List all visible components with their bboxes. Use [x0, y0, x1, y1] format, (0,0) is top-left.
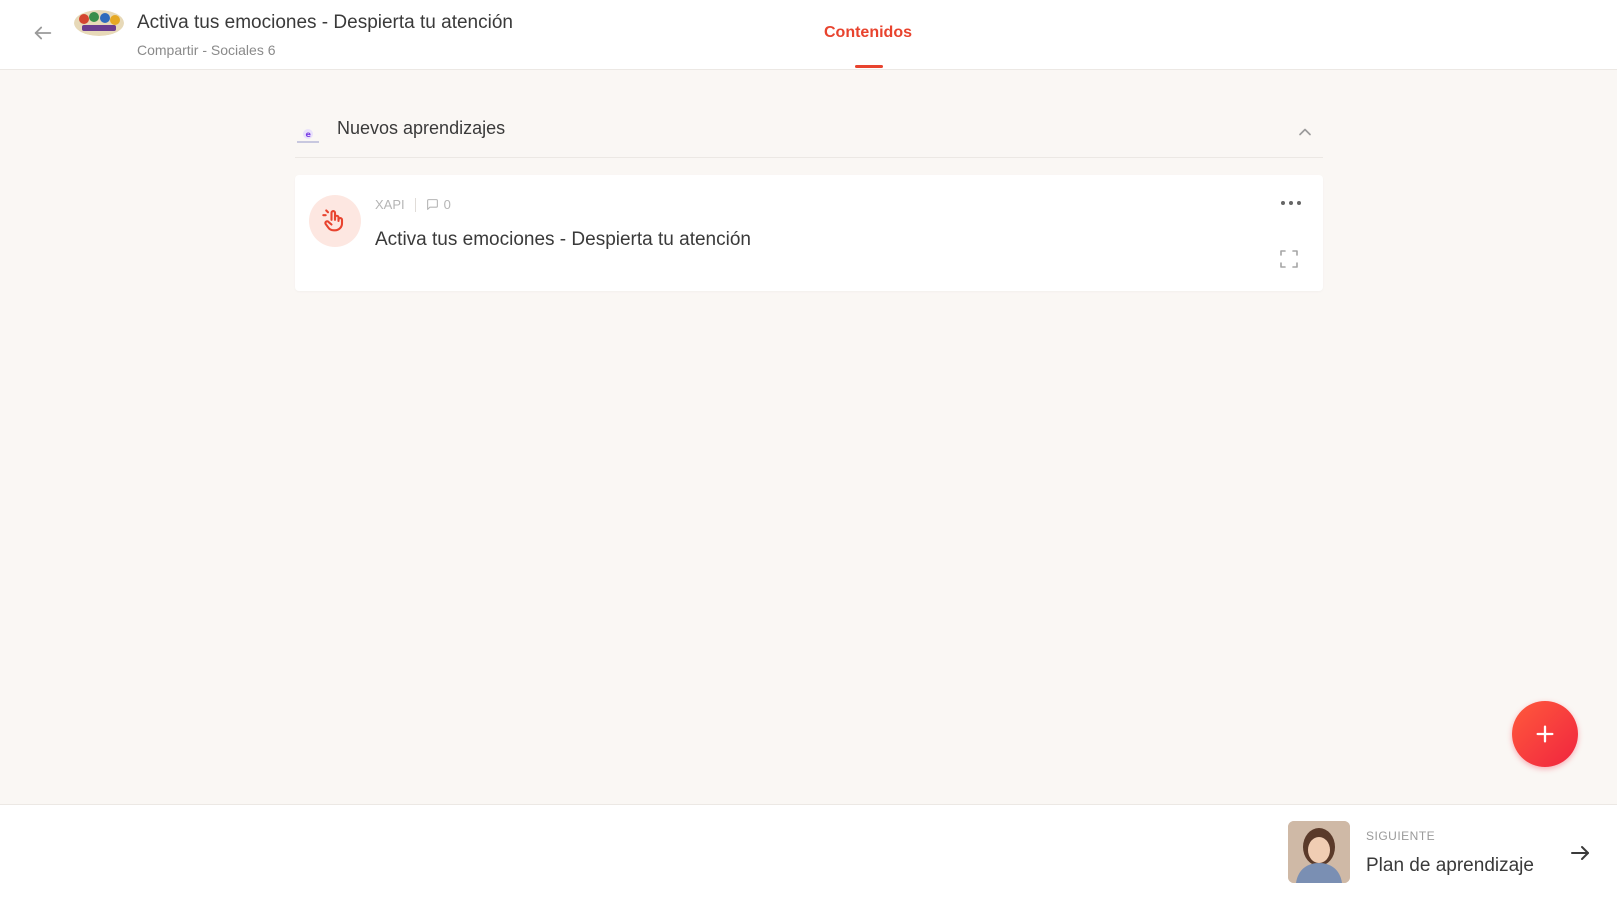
more-horizontal-icon — [1297, 201, 1301, 205]
chevron-up-icon — [1299, 128, 1311, 136]
lesson-type-icon: e — [295, 120, 321, 146]
svg-text:e: e — [306, 130, 312, 139]
item-meta: XAPI 0 — [375, 197, 451, 212]
item-icon-wrapper — [309, 195, 361, 247]
tab-label: Contenidos — [824, 24, 912, 41]
page-title: Activa tus emociones - Despierta tu aten… — [137, 12, 513, 33]
hand-pointer-icon — [322, 209, 344, 232]
next-lesson-title: Plan de aprendizaje — [1366, 855, 1534, 876]
course-thumbnail — [74, 10, 124, 36]
back-button[interactable] — [30, 20, 56, 46]
top-bar: Activa tus emociones - Despierta tu aten… — [0, 0, 1617, 70]
next-label: SIGUIENTE — [1366, 829, 1436, 843]
fullscreen-button[interactable] — [1277, 247, 1301, 271]
add-content-button[interactable] — [1512, 701, 1578, 767]
section-header[interactable]: e Nuevos aprendizajes — [295, 106, 1323, 158]
more-horizontal-icon — [1289, 201, 1293, 205]
content-card[interactable]: XAPI 0 Activa tus emociones - Despierta … — [295, 175, 1323, 291]
comment-icon — [426, 198, 439, 211]
section-title: Nuevos aprendizajes — [337, 118, 506, 138]
more-options-button[interactable] — [1273, 193, 1309, 213]
fullscreen-icon — [1280, 250, 1298, 268]
item-type: XAPI — [375, 197, 405, 212]
active-tab-indicator — [855, 65, 883, 68]
arrow-left-icon — [34, 26, 52, 40]
collapse-button[interactable] — [1293, 120, 1317, 144]
more-horizontal-icon — [1281, 201, 1285, 205]
arrow-right-icon — [1568, 841, 1594, 867]
item-title[interactable]: Activa tus emociones - Despierta tu aten… — [375, 229, 751, 251]
next-lesson-link[interactable]: SIGUIENTE Plan de aprendizaje — [1288, 821, 1594, 887]
meta-divider — [414, 197, 416, 212]
breadcrumb: Compartir - Sociales 6 — [137, 42, 276, 58]
comment-count: 0 — [443, 197, 451, 212]
next-lesson-thumbnail — [1288, 821, 1350, 883]
plus-icon — [1536, 725, 1554, 743]
tab-contenidos[interactable]: Contenidos — [802, 22, 936, 70]
bottom-bar: SIGUIENTE Plan de aprendizaje — [0, 804, 1617, 900]
